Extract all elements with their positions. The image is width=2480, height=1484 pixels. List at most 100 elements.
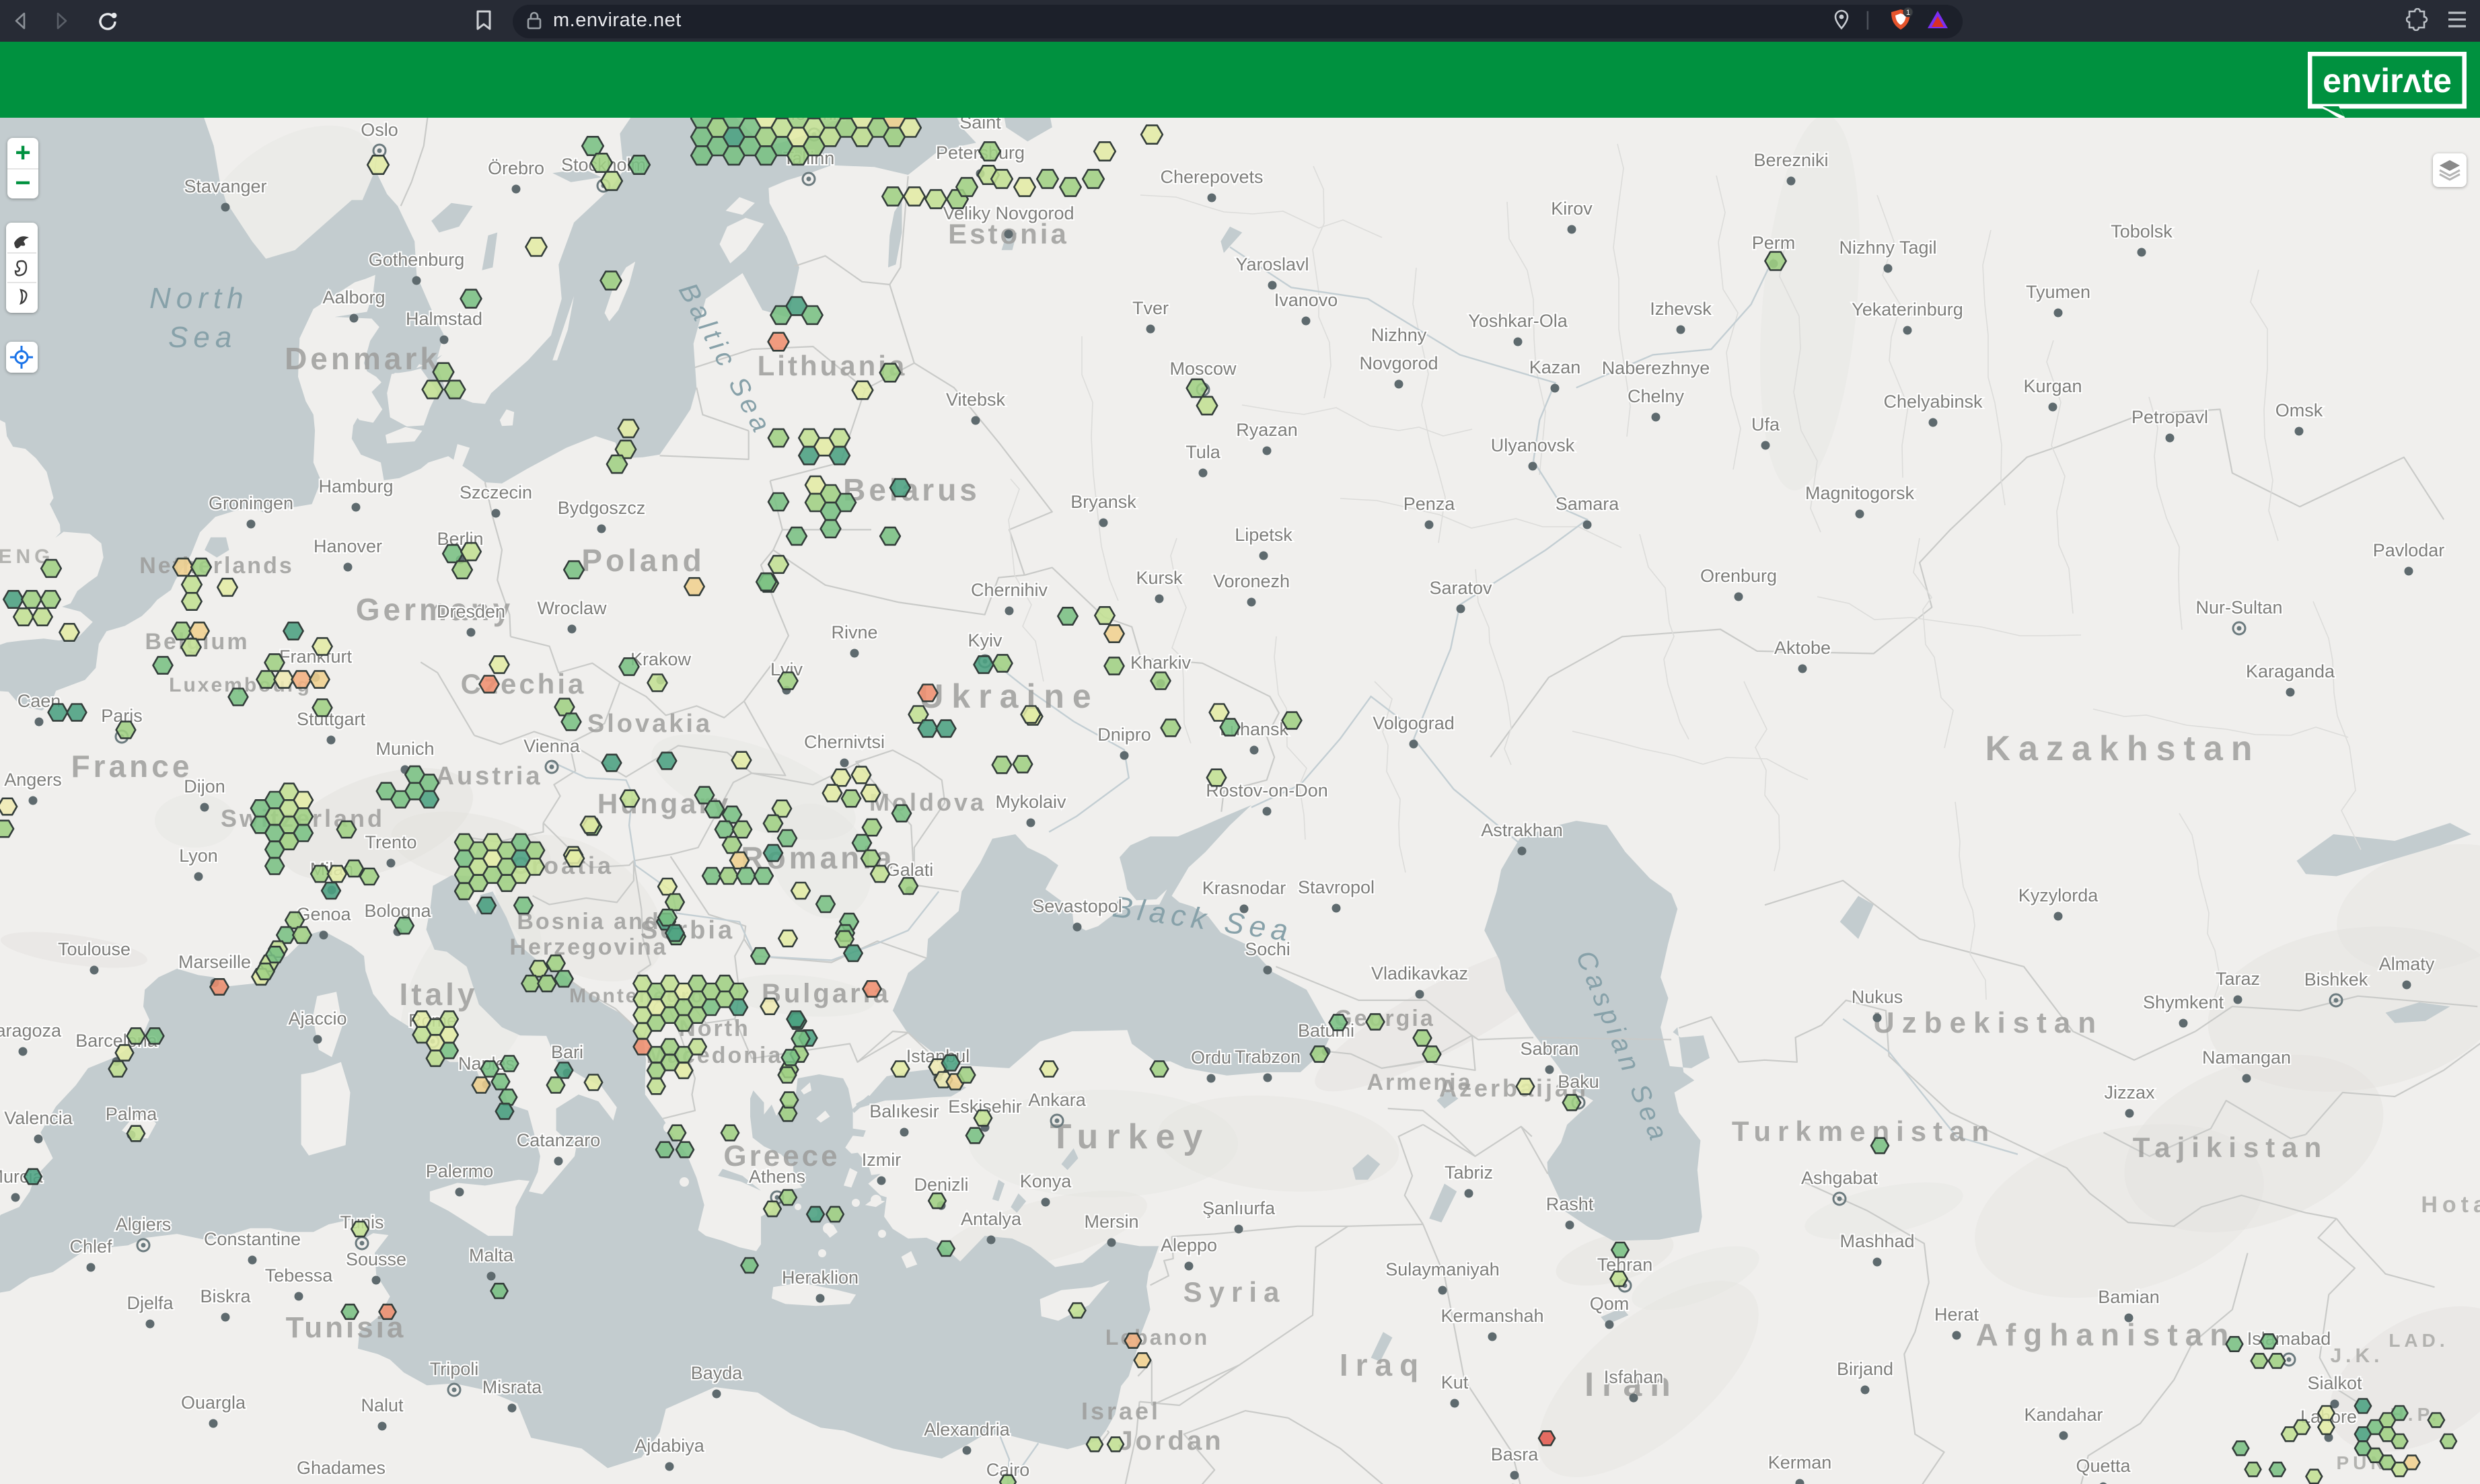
svg-text:Bryansk: Bryansk	[1070, 492, 1136, 512]
svg-text:Kandahar: Kandahar	[2024, 1405, 2103, 1425]
svg-text:Ouargla: Ouargla	[181, 1393, 246, 1413]
svg-text:Nukus: Nukus	[1852, 987, 1903, 1007]
svg-text:Vienna: Vienna	[523, 736, 581, 756]
svg-text:Moldova: Moldova	[869, 788, 986, 816]
svg-text:Lipetsk: Lipetsk	[1235, 525, 1292, 545]
svg-text:Syria: Syria	[1183, 1276, 1286, 1308]
svg-text:Djelfa: Djelfa	[126, 1293, 174, 1313]
svg-text:Omsk: Omsk	[2275, 400, 2323, 420]
svg-text:Tyumen: Tyumen	[2026, 282, 2090, 302]
svg-text:Sea: Sea	[168, 321, 237, 354]
svg-text:Ajdabiya: Ajdabiya	[634, 1436, 705, 1456]
svg-text:Orenburg: Orenburg	[1700, 566, 1777, 586]
svg-text:Bydgoszcz: Bydgoszcz	[558, 498, 646, 518]
svg-text:Voronezh: Voronezh	[1213, 571, 1290, 591]
svg-text:Angers: Angers	[4, 770, 62, 790]
svg-text:Moscow: Moscow	[1169, 359, 1237, 379]
svg-text:Hamburg: Hamburg	[318, 476, 393, 496]
svg-text:Constantine: Constantine	[204, 1229, 301, 1249]
svg-text:Hotan: Hotan	[2421, 1192, 2480, 1218]
svg-text:Aleppo: Aleppo	[1161, 1235, 1217, 1255]
svg-text:Volgograd: Volgograd	[1373, 713, 1455, 733]
svg-text:Ivanovo: Ivanovo	[1274, 290, 1338, 310]
svg-text:Dnipro: Dnipro	[1097, 725, 1151, 745]
svg-text:Şanlıurfa: Şanlıurfa	[1202, 1198, 1276, 1218]
svg-text:Baku: Baku	[1558, 1072, 1599, 1092]
svg-text:Nur-Sultan: Nur-Sultan	[2195, 597, 2282, 618]
svg-text:Palermo: Palermo	[426, 1161, 494, 1181]
svg-text:Mashhad: Mashhad	[1839, 1231, 1914, 1251]
svg-text:Taraz: Taraz	[2216, 969, 2260, 989]
svg-text:Shymkent: Shymkent	[2143, 992, 2224, 1012]
svg-text:Bari: Bari	[551, 1042, 583, 1062]
svg-text:Gothenburg: Gothenburg	[369, 250, 465, 270]
svg-text:Tajikistan: Tajikistan	[2133, 1131, 2329, 1163]
svg-text:Turkey: Turkey	[1050, 1117, 1211, 1156]
svg-text:Afghanistan: Afghanistan	[1976, 1317, 2236, 1352]
svg-text:France: France	[71, 749, 193, 784]
svg-text:Trento: Trento	[365, 832, 416, 852]
svg-text:Marseille: Marseille	[178, 952, 251, 972]
svg-text:Ajaccio: Ajaccio	[288, 1008, 347, 1029]
svg-text:Yoshkar-Ola: Yoshkar-Ola	[1468, 311, 1568, 331]
svg-text:Örebro: Örebro	[488, 158, 544, 178]
svg-text:Genoa: Genoa	[296, 904, 351, 924]
svg-text:Athens: Athens	[749, 1166, 805, 1187]
svg-text:Zaragoza: Zaragoza	[0, 1021, 62, 1041]
svg-text:Tver: Tver	[1132, 298, 1169, 318]
svg-text:Catanzaro: Catanzaro	[517, 1130, 601, 1150]
svg-text:Algiers: Algiers	[116, 1214, 172, 1234]
svg-text:Italy: Italy	[399, 977, 478, 1012]
svg-text:Kut: Kut	[1441, 1372, 1469, 1393]
svg-text:Aktobe: Aktobe	[1774, 638, 1831, 658]
svg-text:Antalya: Antalya	[961, 1209, 1022, 1229]
svg-text:Alexandria: Alexandria	[924, 1419, 1011, 1440]
svg-text:Hanover: Hanover	[314, 536, 382, 556]
svg-text:Ufa: Ufa	[1751, 414, 1780, 435]
svg-text:Ghadames: Ghadames	[297, 1458, 386, 1478]
svg-text:Mykolaiv: Mykolaiv	[995, 792, 1066, 812]
svg-text:Kerman: Kerman	[1768, 1452, 1832, 1473]
svg-text:envirʌte: envirʌte	[2323, 62, 2452, 100]
svg-text:Ankara: Ankara	[1028, 1090, 1087, 1110]
svg-text:Petropavl: Petropavl	[2131, 407, 2208, 427]
svg-text:Stuttgart: Stuttgart	[297, 709, 366, 729]
svg-text:Saint: Saint	[959, 118, 1001, 133]
svg-text:Biskra: Biskra	[200, 1286, 251, 1306]
svg-text:Malta: Malta	[469, 1245, 514, 1265]
svg-text:Berezniki: Berezniki	[1753, 150, 1828, 170]
svg-text:Rivne: Rivne	[831, 622, 877, 642]
svg-text:Astrakhan: Astrakhan	[1481, 820, 1563, 840]
svg-text:Nizhny Tagil: Nizhny Tagil	[1839, 237, 1936, 258]
svg-text:Chelyabinsk: Chelyabinsk	[1883, 392, 1983, 412]
svg-text:Ulyanovsk: Ulyanovsk	[1491, 435, 1575, 455]
svg-text:Karaganda: Karaganda	[2246, 661, 2335, 681]
svg-text:Szczecin: Szczecin	[460, 482, 532, 503]
svg-text:Barcelona: Barcelona	[75, 1031, 158, 1051]
svg-text:Groningen: Groningen	[209, 493, 293, 513]
svg-text:Austria: Austria	[436, 762, 543, 790]
svg-text:Quetta: Quetta	[2076, 1456, 2131, 1476]
svg-text:Uzbekistan: Uzbekistan	[1873, 1006, 2103, 1039]
svg-text:Turkmenistan: Turkmenistan	[1732, 1115, 1996, 1147]
svg-text:Sialkot: Sialkot	[2307, 1373, 2362, 1393]
svg-text:Jordan: Jordan	[1118, 1426, 1223, 1456]
svg-text:1: 1	[1906, 9, 1910, 17]
svg-text:Iraq: Iraq	[1340, 1347, 1426, 1382]
svg-text:Slovakia: Slovakia	[587, 710, 713, 738]
svg-text:Vitebsk: Vitebsk	[946, 389, 1006, 410]
svg-text:Dresden: Dresden	[437, 601, 505, 622]
svg-text:Namangan: Namangan	[2202, 1047, 2291, 1068]
svg-text:Tabriz: Tabriz	[1445, 1162, 1493, 1183]
svg-text:Izmir: Izmir	[862, 1150, 901, 1170]
svg-text:Tobolsk: Tobolsk	[2111, 221, 2173, 242]
svg-text:Yekaterinburg: Yekaterinburg	[1852, 299, 1963, 320]
svg-text:Galati: Galati	[886, 860, 934, 880]
svg-text:Trabzon: Trabzon	[1235, 1047, 1301, 1067]
svg-text:Balıkesir: Balıkesir	[869, 1101, 939, 1121]
svg-text:Tebessa: Tebessa	[265, 1265, 334, 1286]
svg-text:Kyiv: Kyiv	[968, 630, 1002, 651]
svg-text:Sulaymaniyah: Sulaymaniyah	[1385, 1259, 1500, 1279]
svg-text:Saratov: Saratov	[1429, 578, 1492, 598]
svg-text:Cherepovets: Cherepovets	[1160, 167, 1263, 187]
